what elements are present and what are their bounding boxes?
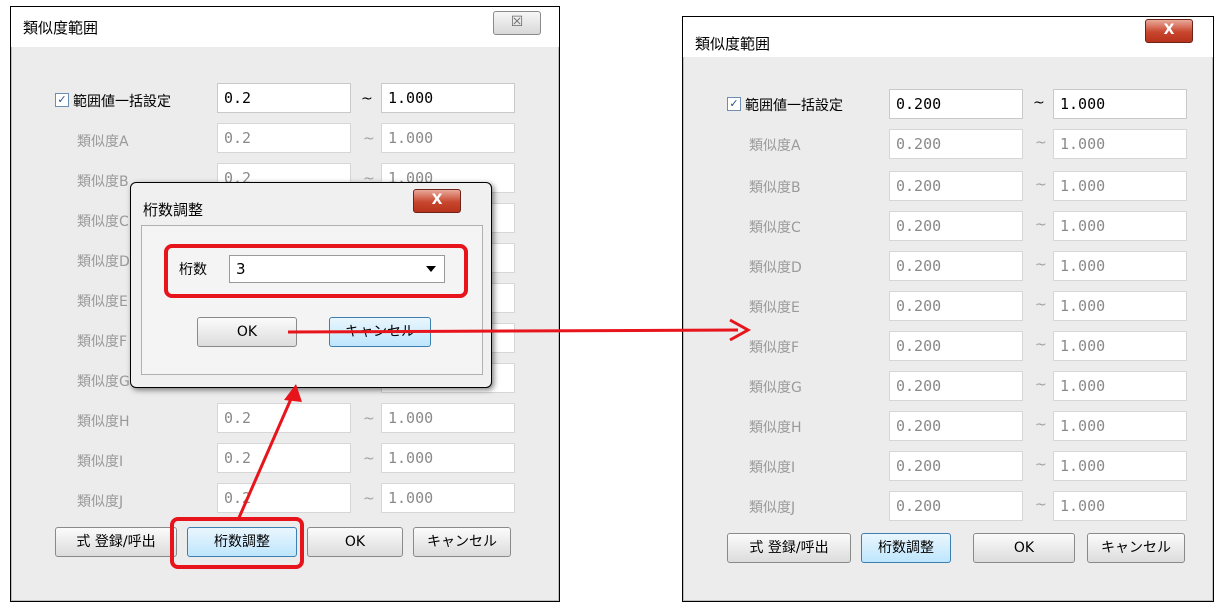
range-tilde: ~	[1035, 135, 1047, 151]
row-e-to-input: 1.000	[1053, 291, 1187, 321]
dialog-title: 桁数調整	[143, 201, 204, 219]
row-d-to-input: 1.000	[1053, 251, 1187, 281]
formula-register-button[interactable]: 式 登録/呼出	[55, 527, 177, 557]
similarity-range-dialog-right: 類似度範囲 X ✓ 範囲値一括設定 0.200 ~ 1.000 類似度A 0.2…	[682, 16, 1214, 602]
cancel-button[interactable]: キャンセル	[329, 317, 431, 347]
row-label-i: 類似度I	[749, 460, 796, 476]
row-b-to-input: 1.000	[1053, 171, 1187, 201]
cancel-button[interactable]: キャンセル	[413, 527, 511, 557]
row-label-j: 類似度J	[749, 500, 796, 516]
range-tilde: ~	[1035, 497, 1047, 513]
row-label-c: 類似度C	[749, 220, 801, 236]
row-j-from-input: 0.2	[217, 483, 351, 513]
row-j-from-input: 0.200	[889, 491, 1023, 521]
row-c-from-input: 0.200	[889, 211, 1023, 241]
range-tilde: ~	[363, 411, 375, 427]
range-tilde: ~	[363, 491, 375, 507]
digits-select-highlight	[164, 244, 468, 298]
row-a-from-input: 0.2	[217, 123, 351, 153]
row-e-from-input: 0.200	[889, 291, 1023, 321]
ok-button[interactable]: OK	[973, 533, 1075, 563]
ok-button[interactable]: OK	[307, 527, 403, 557]
row-label-b: 類似度B	[77, 174, 129, 190]
range-tilde: ~	[1033, 95, 1045, 111]
range-tilde: ~	[1035, 257, 1047, 273]
row-label-h: 類似度H	[77, 414, 130, 430]
row-f-to-input: 1.000	[1053, 331, 1187, 361]
cancel-button[interactable]: キャンセル	[1087, 533, 1185, 563]
row-i-from-input: 0.200	[889, 451, 1023, 481]
row-a-from-input: 0.200	[889, 129, 1023, 159]
row-j-to-input: 1.000	[381, 483, 515, 513]
dialog-title: 類似度範囲	[23, 19, 99, 37]
close-icon[interactable]: X	[1145, 19, 1193, 43]
range-tilde: ~	[363, 131, 375, 147]
row-j-to-input: 1.000	[1053, 491, 1187, 521]
bulk-range-checkbox[interactable]: ✓	[727, 97, 741, 111]
row-g-from-input: 0.200	[889, 371, 1023, 401]
row-label-f: 類似度F	[749, 340, 800, 356]
bulk-to-input[interactable]: 1.000	[1053, 89, 1187, 119]
row-label-e: 類似度E	[749, 300, 800, 316]
range-tilde: ~	[361, 91, 373, 107]
range-tilde: ~	[363, 451, 375, 467]
row-i-from-input: 0.2	[217, 443, 351, 473]
range-tilde: ~	[1035, 457, 1047, 473]
row-label-d: 類似度D	[749, 260, 802, 276]
range-tilde: ~	[1035, 217, 1047, 233]
bulk-range-label: 範囲値一括設定	[73, 94, 171, 110]
digits-button-highlight	[170, 517, 304, 569]
row-label-b: 類似度B	[749, 180, 801, 196]
row-d-from-input: 0.200	[889, 251, 1023, 281]
row-g-to-input: 1.000	[1053, 371, 1187, 401]
row-c-to-input: 1.000	[1053, 211, 1187, 241]
row-label-i: 類似度I	[77, 454, 124, 470]
range-tilde: ~	[1035, 337, 1047, 353]
range-tilde: ~	[1035, 377, 1047, 393]
row-label-h: 類似度H	[749, 420, 802, 436]
formula-register-button[interactable]: 式 登録/呼出	[727, 533, 851, 563]
bulk-from-input[interactable]: 0.2	[217, 83, 351, 113]
bulk-range-checkbox[interactable]: ✓	[55, 93, 69, 107]
range-tilde: ~	[1035, 417, 1047, 433]
close-icon[interactable]: ☒	[493, 11, 541, 35]
range-tilde: ~	[1035, 177, 1047, 193]
row-label-e: 類似度E	[77, 294, 128, 310]
row-i-to-input: 1.000	[381, 443, 515, 473]
row-label-g: 類似度G	[749, 380, 802, 396]
row-a-to-input: 1.000	[1053, 129, 1187, 159]
dialog-title: 類似度範囲	[695, 35, 771, 53]
close-icon[interactable]: X	[413, 189, 461, 213]
row-label-f: 類似度F	[77, 334, 128, 350]
digits-adjust-button[interactable]: 桁数調整	[861, 533, 951, 563]
row-label-g: 類似度G	[77, 374, 130, 390]
row-h-to-input: 1.000	[381, 403, 515, 433]
row-label-d: 類似度D	[77, 254, 130, 270]
bulk-from-input[interactable]: 0.200	[889, 89, 1023, 119]
row-h-from-input: 0.2	[217, 403, 351, 433]
row-f-from-input: 0.200	[889, 331, 1023, 361]
row-label-c: 類似度C	[77, 214, 129, 230]
row-h-to-input: 1.000	[1053, 411, 1187, 441]
bulk-to-input[interactable]: 1.000	[381, 83, 515, 113]
row-i-to-input: 1.000	[1053, 451, 1187, 481]
ok-button[interactable]: OK	[197, 317, 297, 347]
row-b-from-input: 0.200	[889, 171, 1023, 201]
title-bar: 類似度範囲 ☒	[11, 7, 559, 47]
bulk-range-label: 範囲値一括設定	[745, 98, 843, 114]
row-label-a: 類似度A	[77, 134, 129, 150]
row-a-to-input: 1.000	[381, 123, 515, 153]
row-label-j: 類似度J	[77, 494, 124, 510]
row-h-from-input: 0.200	[889, 411, 1023, 441]
row-label-a: 類似度A	[749, 138, 801, 154]
range-tilde: ~	[1035, 297, 1047, 313]
title-bar: 類似度範囲 X	[683, 17, 1213, 57]
